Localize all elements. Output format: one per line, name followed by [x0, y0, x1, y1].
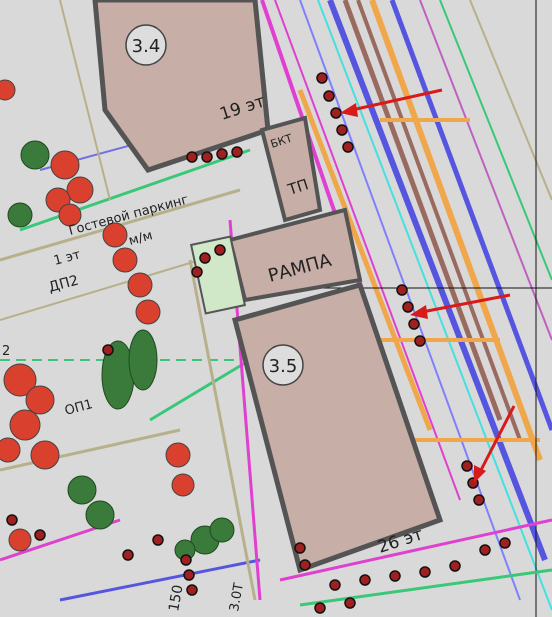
tree-circle [330, 107, 342, 119]
tree-circle [299, 559, 311, 571]
tree-circle [20, 140, 50, 170]
tree-circle [50, 150, 80, 180]
tree-circle [329, 579, 341, 591]
tree-circle [461, 460, 473, 472]
tree-circle [294, 542, 306, 554]
building-3-4-number: 3.4 [132, 36, 161, 57]
tree-circle [191, 266, 203, 278]
tree-circle [396, 284, 408, 296]
tree-circle [216, 148, 228, 160]
tree-circle [8, 528, 32, 552]
tree-circle [171, 473, 195, 497]
tree-circle [7, 202, 33, 228]
tree-circle [30, 440, 60, 470]
tree-circle [67, 475, 97, 505]
tree-circle [342, 141, 354, 153]
building-3-5-number: 3.5 [269, 356, 298, 377]
tree-circle [183, 569, 195, 581]
tree-circle [479, 544, 491, 556]
tree-circle [112, 247, 138, 273]
tree-circle [6, 514, 18, 526]
tree-circle [344, 597, 356, 609]
tree-circle [102, 344, 114, 356]
tree-circle [0, 437, 21, 463]
substation-block[interactable]: БКТ ТП [259, 115, 323, 223]
tree-circle [66, 176, 94, 204]
tree-circle [473, 494, 485, 506]
tree-circle [449, 560, 461, 572]
tree-circle [135, 299, 161, 325]
tree-circle [402, 301, 414, 313]
ramp[interactable]: РАМПА [227, 207, 363, 303]
left-edge-digit: 2 [2, 344, 10, 359]
tree-circle [0, 79, 16, 101]
tree-circle [85, 500, 115, 530]
tree-circle [214, 244, 226, 256]
tree-circle [359, 574, 371, 586]
tree-circle [323, 90, 335, 102]
tree-circle [152, 534, 164, 546]
op1-label: ОП1 [63, 397, 94, 419]
tree-circle [122, 549, 134, 561]
dim-30-label: 3.0Т [227, 582, 247, 613]
building-3-4[interactable]: 3.4 19 эт [92, 0, 271, 173]
tree-circle [186, 584, 198, 596]
dim-150-label: 150 [166, 584, 186, 613]
tree-circle [414, 335, 426, 347]
tree-circle [186, 151, 198, 163]
tree-circle [209, 517, 235, 543]
tree-circle [314, 602, 326, 614]
tree-circle [231, 146, 243, 158]
tree-circle [127, 272, 153, 298]
site-plan-drawing: 3.4 19 эт БКТ ТП РАМПА 3.5 26 эт Гостево… [0, 0, 552, 617]
hatched-tree-group [7, 140, 235, 561]
tree-circle [180, 554, 192, 566]
tree-circle [34, 529, 46, 541]
tree-circle [201, 151, 213, 163]
dp2-label: ДП2 [47, 273, 80, 296]
tree-circle [499, 537, 511, 549]
tree-circle [25, 385, 55, 415]
dp2-floor-label: 1 эт [52, 247, 82, 269]
tree-circle [199, 252, 211, 264]
tree-circle [128, 329, 158, 391]
tree-circle [9, 409, 41, 441]
tree-circle [419, 566, 431, 578]
parking-spaces-label: м/м [127, 228, 154, 249]
tree-circle [336, 124, 348, 136]
tree-circle [389, 570, 401, 582]
tree-circle [316, 72, 328, 84]
tree-circle [408, 318, 420, 330]
building-3-5[interactable]: 3.5 26 эт [231, 281, 444, 574]
tree-circle [165, 442, 191, 468]
